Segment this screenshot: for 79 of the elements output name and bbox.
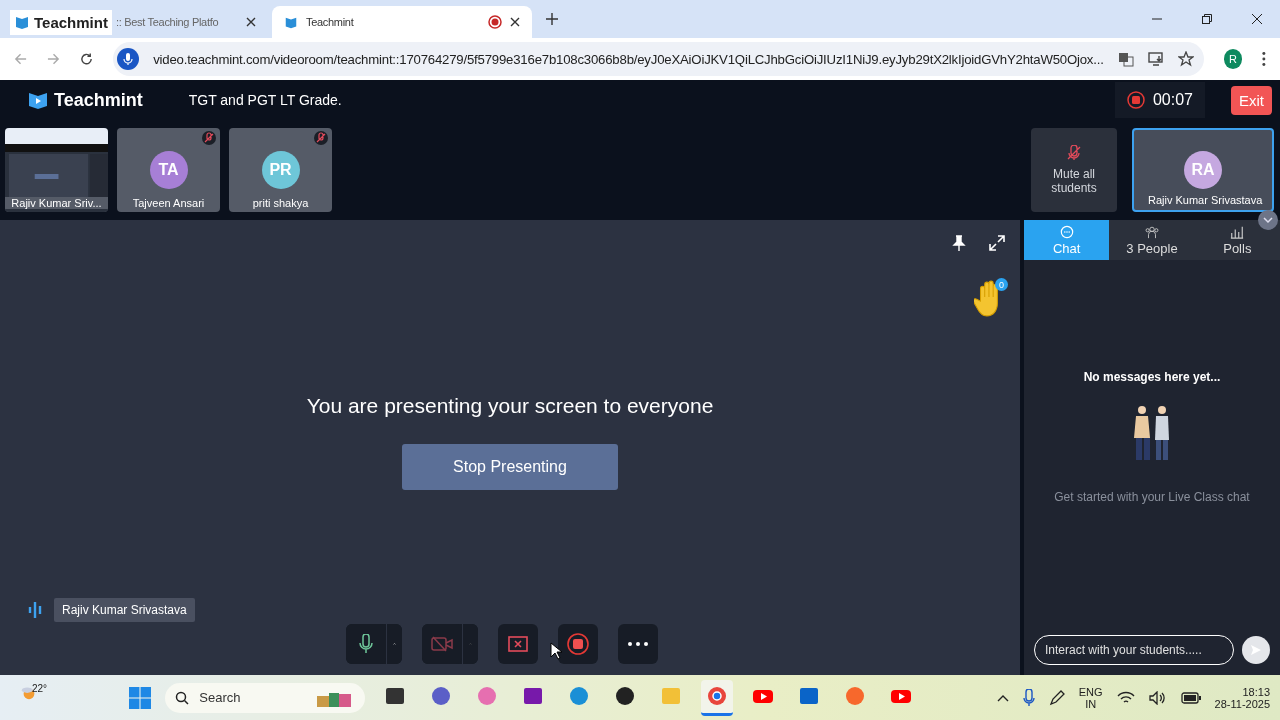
reload-icon[interactable] (80, 52, 94, 66)
close-icon[interactable] (246, 17, 256, 27)
browser-tab[interactable]: Teachmint (272, 6, 532, 38)
timer-text: 00:07 (1152, 91, 1193, 109)
start-icon[interactable] (129, 686, 152, 709)
close-icon[interactable] (1252, 14, 1262, 24)
search-placeholder: Search (199, 690, 242, 705)
speaker-name: Rajiv Kumar Srivastava (54, 598, 195, 622)
close-icon[interactable] (510, 17, 520, 27)
browser-tab[interactable]: Teachmint :: Best Teaching Platfo (8, 6, 268, 38)
participant-name: Tajveen Ansari (131, 197, 206, 209)
search-field[interactable]: Search (165, 682, 366, 713)
fullscreen-icon[interactable] (988, 234, 1006, 252)
wifi-icon[interactable] (1116, 690, 1135, 705)
participant-tile[interactable]: TA Tajveen Ansari (117, 128, 220, 212)
install-icon[interactable] (1147, 51, 1164, 67)
camera-off-icon (431, 636, 453, 652)
battery-icon[interactable] (1180, 691, 1201, 704)
address-field[interactable]: video.teachmint.com/videoroom/teachmint::170764279/5f5799e316e7b108c3066b8b/eyJ0eXAiOiJKV1QiLCJhbGciOiJIUzI1NiJ9.eyJyb29tX2lkIjoidGVhY2htaW50Ojox... (113, 42, 1204, 76)
audio-level-icon (28, 601, 42, 619)
stop-presenting-button[interactable]: Stop Presenting (402, 444, 618, 490)
self-video-tile[interactable]: RA Rajiv Kumar Srivastava (1132, 128, 1274, 212)
participant-name: priti shakya (251, 197, 310, 209)
brand-name: Teachmint (54, 89, 143, 111)
microphone-icon[interactable] (1022, 688, 1035, 707)
tab-title: Teachmint (306, 16, 355, 28)
pin-icon[interactable] (952, 235, 966, 251)
search-icon (175, 690, 190, 705)
menu-icon[interactable] (1262, 51, 1266, 67)
avatar: RA (1184, 151, 1222, 189)
brand-label: Teachmint (34, 13, 108, 31)
bar-chart-icon (1230, 224, 1245, 239)
restore-icon[interactable] (1202, 14, 1212, 24)
clock-time[interactable]: 18:13 (1242, 685, 1270, 698)
circle-icon (614, 685, 637, 707)
empty-state-title: No messages here yet... (1083, 370, 1221, 384)
count-badge: 0 (995, 278, 1008, 291)
new-tab-icon[interactable] (546, 13, 558, 25)
chevron-up-icon[interactable] (996, 693, 1009, 702)
tab-title: :: Best Teaching Platfo (115, 16, 220, 28)
temperature: 22° (32, 682, 48, 694)
participant-name: Rajiv Kumar Srivastava (1148, 194, 1264, 206)
avatar: PR (261, 151, 300, 189)
record-button[interactable] (558, 624, 598, 664)
muted-mic-icon (1067, 145, 1081, 161)
clock-date[interactable]: 28-11-2025 (1214, 697, 1270, 710)
microphone-icon (117, 48, 140, 70)
microphone-icon (359, 634, 373, 654)
send-button[interactable] (1242, 636, 1270, 664)
more-button[interactable] (618, 624, 658, 664)
participant-tile[interactable]: PR priti shakya (229, 128, 332, 212)
presenting-message: You are presenting your screen to everyone (306, 394, 714, 418)
record-icon (567, 633, 589, 655)
chat-input[interactable]: Interact with your students..... (1034, 635, 1234, 665)
chevron-down-icon[interactable] (1258, 210, 1278, 230)
empty-state-hint: Get started with your Live Class chat (1054, 490, 1250, 504)
logo-icon (14, 14, 30, 30)
mute-all-button[interactable]: Mute all students (1031, 128, 1117, 212)
send-icon (1250, 644, 1262, 656)
chrome-icon (706, 685, 729, 707)
profile-avatar[interactable]: R (1223, 49, 1243, 69)
participant-tile[interactable]: Rajiv Kumar Sriv... (5, 128, 108, 212)
avatar: TA (149, 151, 188, 189)
translate-icon[interactable] (1117, 51, 1134, 67)
star-icon[interactable] (1177, 51, 1194, 67)
language-label[interactable]: ENG (1078, 685, 1103, 698)
book-icon (284, 15, 298, 29)
logo-icon (28, 90, 48, 110)
cursor-icon (550, 642, 562, 660)
class-title: TGT and PGT LT Grade. (188, 92, 342, 108)
participant-name: Rajiv Kumar Sriv... (5, 197, 108, 209)
stop-share-button[interactable] (498, 624, 538, 664)
speaker-icon[interactable] (1148, 690, 1167, 705)
more-icon (628, 642, 648, 646)
region-label[interactable]: IN (1085, 697, 1097, 710)
pen-icon[interactable] (1048, 689, 1065, 706)
screen-close-icon (508, 636, 528, 652)
chat-icon (1059, 224, 1074, 239)
record-icon (1126, 91, 1145, 109)
